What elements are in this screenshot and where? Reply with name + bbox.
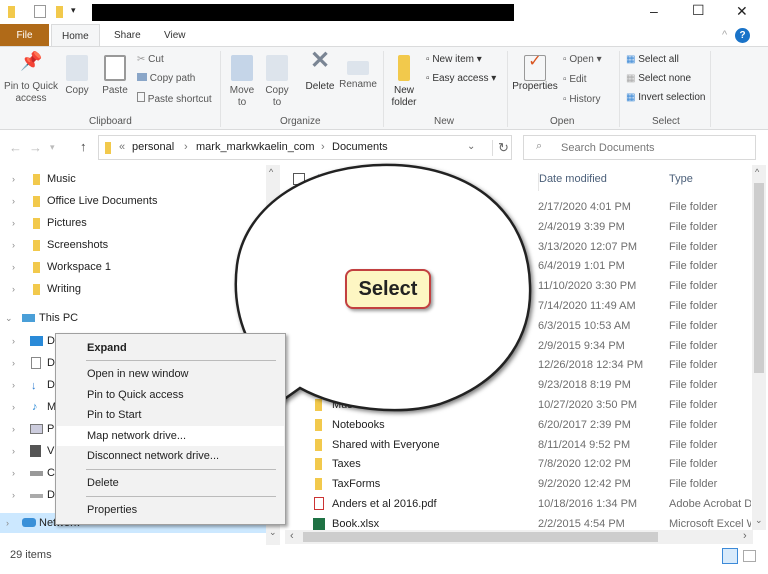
menu-item-pin-quick-access[interactable]: Pin to Quick access [57, 385, 284, 405]
item-count: 29 items [10, 549, 52, 561]
menu-item-open-new-window[interactable]: Open in new window [57, 364, 284, 384]
menu-separator [86, 360, 276, 361]
menu-item-expand[interactable]: Expand [57, 338, 284, 358]
menu-separator [86, 496, 276, 497]
menu-item-pin-start[interactable]: Pin to Start [57, 405, 284, 425]
menu-item-map-network-drive[interactable]: Map network drive... [57, 426, 284, 446]
status-bar: 29 items [0, 545, 768, 574]
details-view-button[interactable] [722, 548, 738, 564]
menu-item-disconnect-network-drive[interactable]: Disconnect network drive... [57, 446, 284, 466]
context-menu: Expand Open in new window Pin to Quick a… [55, 333, 286, 525]
large-icons-view-button[interactable] [743, 550, 756, 562]
menu-item-properties[interactable]: Properties [57, 500, 284, 520]
menu-separator [86, 469, 276, 470]
callout-select-label: Select [345, 269, 431, 309]
menu-item-delete[interactable]: Delete [57, 473, 284, 493]
